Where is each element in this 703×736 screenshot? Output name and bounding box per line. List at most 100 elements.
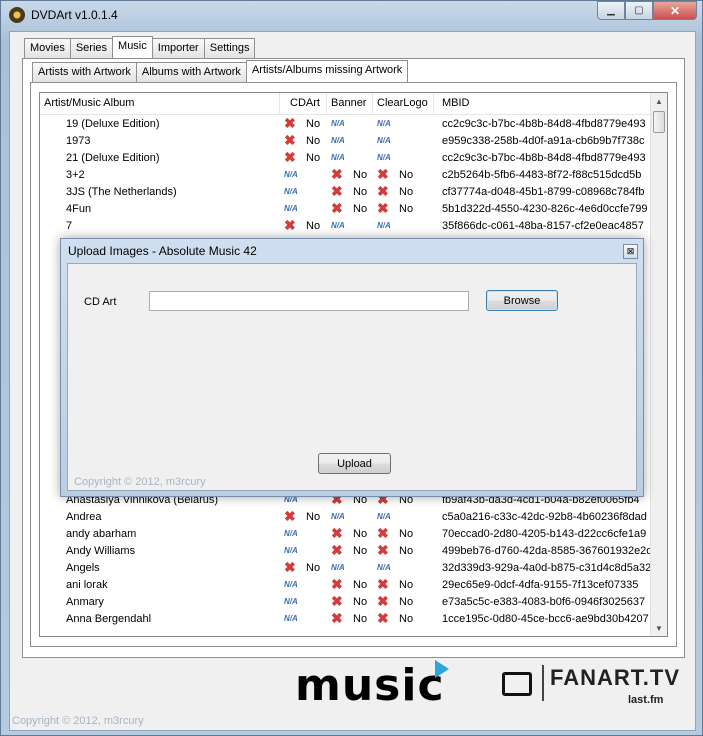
tab-music[interactable]: Music (112, 36, 153, 58)
cd-cell: N/A (280, 529, 327, 538)
not-applicable-icon: N/A (284, 187, 298, 196)
table-row[interactable]: Andrea ✖ No N/A N/A c5a0a216-c33c-42dc-92b8-4… (40, 508, 652, 525)
table-row[interactable]: Angels ✖ No N/A N/A 32d339d3-929a-4a0d-b875-c… (40, 559, 652, 576)
lastfm-logo: last.fm (628, 694, 664, 706)
mbid-cell: c2b5264b-5fb6-4483-8f72-f88c515dcd5b (442, 168, 642, 181)
table-row[interactable]: 1973 ✖ No N/A N/A e959c338-258b-4d0f-a91a-cb6… (40, 132, 667, 149)
cd-cell: ✖ No (280, 115, 327, 132)
status-text: No (306, 561, 321, 574)
tab-albums-with-artwork[interactable]: Albums with Artwork (135, 62, 247, 82)
tab-artists-with-artwork[interactable]: Artists with Artwork (32, 62, 137, 82)
status-text: No (399, 527, 414, 540)
status-text: No (399, 544, 414, 557)
logo-cell: N/A (373, 136, 434, 145)
artist-name-cell: Andrea (66, 510, 102, 523)
logo-cell: ✖ No (373, 525, 434, 542)
banner-cell: ✖ No (327, 610, 373, 627)
status-text: No (353, 168, 368, 181)
maximize-button[interactable]: ▢ (625, 1, 653, 20)
artist-name-cell: andy abarham (66, 527, 137, 540)
not-applicable-icon: N/A (377, 153, 391, 162)
col-banner[interactable]: Banner (327, 93, 373, 114)
cd-cell: ✖ No (280, 217, 327, 234)
status-text: No (399, 595, 414, 608)
artist-name-cell: 19 (Deluxe Edition) (66, 117, 160, 130)
dialog-close-button[interactable]: ⊠ (623, 244, 638, 259)
artist-name-cell: 4Fun (66, 202, 92, 215)
grid-rows-top: 19 (Deluxe Edition) ✖ No N/A N/A cc2c9c3c-b7b… (40, 115, 667, 234)
tab-movies[interactable]: Movies (24, 38, 71, 58)
not-applicable-icon: N/A (331, 153, 345, 162)
mbid-cell: e73a5c5c-e383-4083-b0f6-0946f3025637 (442, 595, 646, 608)
not-applicable-icon: N/A (331, 136, 345, 145)
missing-x-icon: ✖ (331, 593, 343, 609)
missing-x-icon: ✖ (331, 525, 343, 541)
tab-settings[interactable]: Settings (203, 38, 256, 58)
missing-x-icon: ✖ (377, 576, 389, 592)
status-text: No (399, 612, 414, 625)
banner-cell: ✖ No (327, 200, 373, 217)
scroll-thumb[interactable] (653, 111, 665, 133)
banner-cell: ✖ No (327, 593, 373, 610)
missing-x-icon: ✖ (284, 217, 296, 233)
missing-x-icon: ✖ (377, 525, 389, 541)
cdart-path-input[interactable] (149, 291, 469, 311)
table-row[interactable]: 7 ✖ No N/A N/A 35f866dc-c061-48ba-8157-cf2e0e… (40, 217, 667, 234)
not-applicable-icon: N/A (284, 580, 298, 589)
cd-cell: N/A (280, 597, 327, 606)
close-icon: ✕ (669, 3, 681, 18)
table-row[interactable]: 3+2 N/A ✖ No ✖ No c2b5264b-5fb6-4483-8f72-f88c… (40, 166, 667, 183)
table-row[interactable]: andy abarham N/A ✖ No ✖ No 70eccad0-2d80-4205-… (40, 525, 652, 542)
scroll-up-icon[interactable]: ▲ (651, 93, 667, 109)
missing-x-icon: ✖ (284, 559, 296, 575)
table-row[interactable]: 19 (Deluxe Edition) ✖ No N/A N/A cc2c9c3c-b7b… (40, 115, 667, 132)
table-row[interactable]: Anmary N/A ✖ No ✖ No e73a5c5c-e383-4083-b0f6-0… (40, 593, 652, 610)
status-text: No (353, 544, 368, 557)
grid-scrollbar[interactable]: ▲ ▼ (650, 93, 667, 636)
status-text: No (353, 527, 368, 540)
app-window: DVDArt v1.0.1.4 ▁ ▢ ✕ Movies Series Musi… (0, 0, 703, 736)
browse-button[interactable]: Browse (486, 290, 558, 311)
table-row[interactable]: 4Fun N/A ✖ No ✖ No 5b1d322d-4550-4230-826c-4e6… (40, 200, 667, 217)
artist-name-cell: 1973 (66, 134, 91, 147)
missing-x-icon: ✖ (331, 542, 343, 558)
not-applicable-icon: N/A (331, 221, 345, 230)
not-applicable-icon: N/A (377, 119, 391, 128)
table-row[interactable]: 21 (Deluxe Edition) ✖ No N/A N/A cc2c9c3c-b7b… (40, 149, 667, 166)
not-applicable-icon: N/A (331, 563, 345, 572)
table-row[interactable]: ani lorak N/A ✖ No ✖ No 29ec65e9-0dcf-4dfa-915… (40, 576, 652, 593)
logo-cell: N/A (373, 512, 434, 521)
mbid-cell: cc2c9c3c-b7bc-4b8b-84d8-4fbd8779e493 (442, 151, 646, 164)
missing-x-icon: ✖ (284, 149, 296, 165)
col-clearlogo[interactable]: ClearLogo (373, 93, 434, 114)
banner-cell: N/A (327, 221, 373, 230)
tab-importer[interactable]: Importer (151, 38, 205, 58)
banner-cell: ✖ No (327, 542, 373, 559)
scroll-down-icon[interactable]: ▼ (651, 620, 667, 636)
minimize-button[interactable]: ▁ (597, 1, 625, 20)
table-row[interactable]: Anna Bergendahl N/A ✖ No ✖ No 1cce195c-0d80-45… (40, 610, 652, 627)
table-row[interactable]: 3JS (The Netherlands) N/A ✖ No ✖ No cf37774a-d… (40, 183, 667, 200)
col-artist[interactable]: Artist/Music Album (40, 93, 280, 114)
window-title: DVDArt v1.0.1.4 (31, 8, 118, 22)
banner-cell: N/A (327, 119, 373, 128)
missing-x-icon: ✖ (284, 115, 296, 131)
table-row[interactable]: Andy Williams N/A ✖ No ✖ No 499beb76-d760-42da… (40, 542, 652, 559)
tab-series[interactable]: Series (69, 38, 114, 58)
not-applicable-icon: N/A (284, 170, 298, 179)
mbid-cell: 5b1d322d-4550-4230-826c-4e6d0ccfe799 (442, 202, 648, 215)
minimize-icon: ▁ (607, 5, 615, 16)
col-mbid[interactable]: MBID (434, 93, 667, 114)
mbid-cell: 29ec65e9-0dcf-4dfa-9155-7f13cef07335 (442, 578, 639, 591)
col-cdart[interactable]: CDArt (280, 93, 327, 114)
close-button[interactable]: ✕ (653, 1, 697, 20)
status-text: No (399, 168, 414, 181)
status-text: No (353, 185, 368, 198)
grid-rows-bottom: Anastasiya Vinnikova (Belarus) N/A ✖ No ✖ No f… (40, 491, 652, 627)
banner-cell: ✖ No (327, 166, 373, 183)
logo-divider (542, 665, 544, 701)
upload-button[interactable]: Upload (318, 453, 391, 474)
tab-missing-artwork[interactable]: Artists/Albums missing Artwork (245, 60, 409, 82)
cd-cell: ✖ No (280, 559, 327, 576)
not-applicable-icon: N/A (377, 136, 391, 145)
